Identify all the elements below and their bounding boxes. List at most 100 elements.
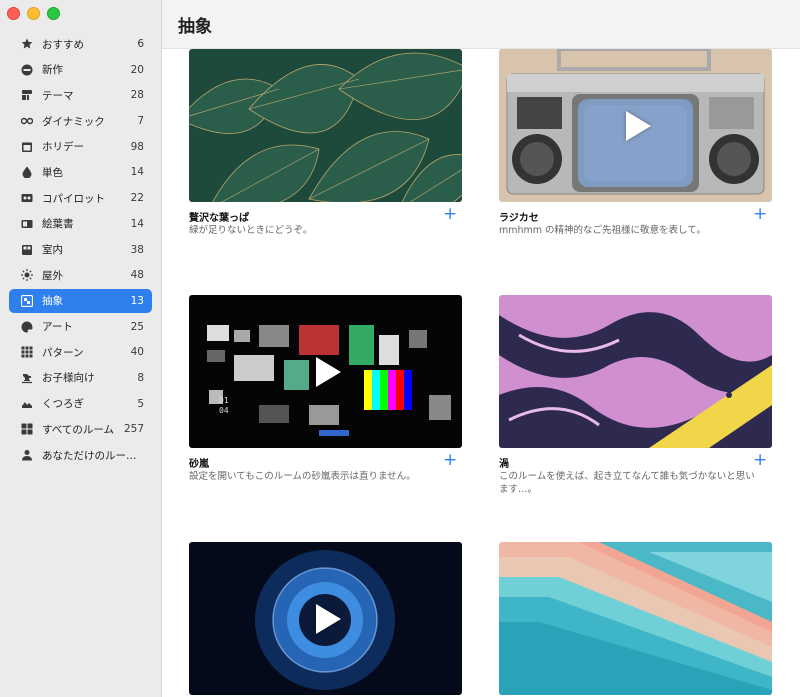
sidebar-item-count: 14: [130, 166, 144, 179]
sidebar-item-count: 7: [137, 115, 144, 128]
sidebar-item[interactable]: 室内 38: [9, 238, 152, 262]
add-room-button[interactable]: +: [753, 452, 767, 469]
play-icon: [625, 110, 651, 141]
sidebar-item-label: お子様向け: [42, 372, 95, 385]
room-card-layers[interactable]: [499, 542, 772, 695]
room-card-boombox[interactable]: ラジカセ mmhmm の精神的なご先祖様に敬意を表して。 +: [499, 49, 772, 237]
sidebar-item-label: アート: [42, 321, 73, 334]
sidebar-item[interactable]: コパイロット 22: [9, 186, 152, 210]
abstract-icon: [20, 294, 34, 308]
rocking-horse-icon: [20, 371, 34, 385]
sidebar-item-label: くつろぎ: [42, 398, 84, 411]
sidebar-item[interactable]: 抽象 13: [9, 288, 152, 313]
sidebar-item[interactable]: 屋外 48: [9, 263, 152, 287]
sidebar-item[interactable]: アート 25: [9, 315, 152, 339]
sidebar-nav: おすすめ 6 新作 20 テーマ 28 ダイナミック 7 ホリデー 98 単色 14 コパイロット 22 絵…: [9, 32, 152, 469]
room-card-swirl[interactable]: 渦 このルームを使えば、起き立てなんて誰も気づかないと思います…。 +: [499, 295, 772, 496]
sidebar-item-label: 抽象: [42, 295, 63, 308]
window-controls: [7, 7, 60, 20]
close-button[interactable]: [7, 7, 20, 20]
indoor-icon: [20, 243, 34, 257]
sidebar-item-label: おすすめ: [42, 38, 84, 51]
sidebar-item-count: 8: [137, 371, 144, 384]
sidebar-item[interactable]: あなただけのルー…: [9, 443, 152, 467]
sidebar-item-count: 48: [130, 269, 144, 282]
room-thumbnail[interactable]: [499, 49, 772, 202]
sidebar-item-count: 13: [130, 294, 144, 307]
sidebar-item-count: 22: [130, 192, 144, 205]
zoom-button[interactable]: [47, 7, 60, 20]
pattern-icon: [20, 345, 34, 359]
main-content: 抽象 贅沢な葉っぱ 緑が足りないときにどうぞ。 + ラジカセ mmhmm の精神…: [162, 0, 800, 697]
palette-icon: [20, 320, 34, 334]
sidebar-item[interactable]: ダイナミック 7: [9, 109, 152, 133]
sidebar-item[interactable]: 新作 20: [9, 58, 152, 82]
sidebar-item-count: 20: [130, 63, 144, 76]
sidebar-item-label: 新作: [42, 64, 63, 77]
sidebar-item[interactable]: くつろぎ 5: [9, 392, 152, 416]
sidebar-item-count: 5: [137, 397, 144, 410]
sidebar-item-label: ホリデー: [42, 141, 84, 154]
room-card-static[interactable]: 01 04 砂嵐 設定を開いてもこのルームの砂嵐表示は直りません。 +: [189, 295, 462, 483]
sidebar-item[interactable]: ホリデー 98: [9, 135, 152, 159]
sidebar-item-count: 40: [130, 346, 144, 359]
person-icon: [20, 448, 34, 462]
sidebar-item-count: 98: [130, 140, 144, 153]
sidebar-item[interactable]: パターン 40: [9, 340, 152, 364]
room-title: 砂嵐: [189, 459, 209, 470]
sidebar-item[interactable]: テーマ 28: [9, 83, 152, 107]
sidebar-item-label: 単色: [42, 166, 63, 179]
sidebar-item-label: 絵葉書: [42, 218, 74, 231]
new-icon: [20, 63, 34, 77]
star-icon: [20, 37, 34, 51]
add-room-button[interactable]: +: [443, 452, 457, 469]
room-description: このルームを使えば、起き立てなんて誰も気づかないと思います…。: [499, 471, 755, 495]
calendar-icon: [20, 140, 34, 154]
postcard-icon: [20, 217, 34, 231]
drop-icon: [20, 165, 34, 179]
sidebar-item-label: コパイロット: [42, 192, 105, 205]
sidebar-item[interactable]: おすすめ 6: [9, 32, 152, 56]
grid-icon: [20, 422, 34, 436]
relax-icon: [20, 397, 34, 411]
sidebar-item-count: 28: [130, 89, 144, 102]
play-icon: [315, 356, 341, 387]
room-title: 渦: [499, 459, 509, 470]
theme-icon: [20, 88, 34, 102]
infinity-icon: [20, 114, 34, 128]
room-description: 設定を開いてもこのルームの砂嵐表示は直りません。: [189, 471, 416, 482]
sidebar-item-label: すべてのルーム: [42, 423, 115, 436]
room-title: 贅沢な葉っぱ: [189, 213, 249, 224]
sidebar-item-label: パターン: [42, 346, 84, 359]
add-room-button[interactable]: +: [753, 206, 767, 223]
sidebar-item[interactable]: 絵葉書 14: [9, 212, 152, 236]
svg-text:04: 04: [219, 406, 229, 415]
sidebar-item[interactable]: 単色 14: [9, 160, 152, 184]
room-card-leaves[interactable]: 贅沢な葉っぱ 緑が足りないときにどうぞ。 +: [189, 49, 462, 237]
sun-icon: [20, 268, 34, 282]
title-bar: 抽象: [162, 0, 800, 49]
play-icon: [315, 603, 341, 634]
minimize-button[interactable]: [27, 7, 40, 20]
room-description: mmhmm の精神的なご先祖様に敬意を表して。: [499, 225, 706, 236]
room-description: 緑が足りないときにどうぞ。: [189, 225, 313, 236]
room-title: ラジカセ: [499, 213, 539, 224]
sidebar: おすすめ 6 新作 20 テーマ 28 ダイナミック 7 ホリデー 98 単色 14 コパイロット 22 絵…: [0, 0, 162, 697]
sidebar-item-label: 屋外: [42, 269, 63, 282]
room-thumbnail[interactable]: [499, 542, 772, 695]
room-thumbnail[interactable]: 01 04: [189, 295, 462, 448]
room-thumbnail[interactable]: [499, 295, 772, 448]
sidebar-item[interactable]: すべてのルーム 257: [9, 417, 152, 441]
add-room-button[interactable]: +: [443, 206, 457, 223]
sidebar-item-label: テーマ: [42, 89, 74, 102]
sidebar-item-count: 6: [137, 38, 144, 50]
room-thumbnail[interactable]: [189, 542, 462, 695]
sidebar-item-label: 室内: [42, 244, 63, 256]
app-window: おすすめ 6 新作 20 テーマ 28 ダイナミック 7 ホリデー 98 単色 14 コパイロット 22 絵…: [0, 0, 800, 697]
room-thumbnail[interactable]: [189, 49, 462, 202]
sidebar-item-label: あなただけのルー…: [42, 449, 137, 462]
sidebar-item-count: 38: [130, 243, 144, 256]
sidebar-item-count: 257: [123, 423, 144, 436]
room-card-nebula[interactable]: [189, 542, 462, 695]
sidebar-item[interactable]: お子様向け 8: [9, 366, 152, 390]
